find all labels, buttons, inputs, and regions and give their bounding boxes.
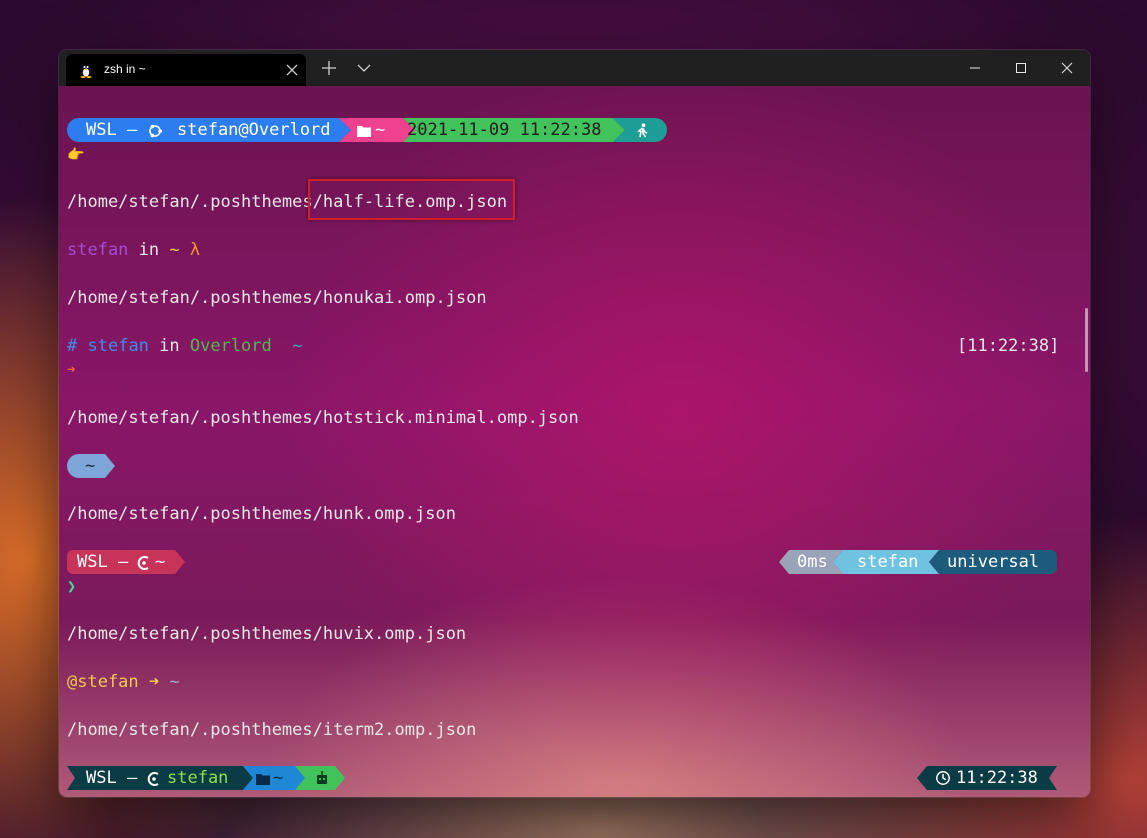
- output-line-hotstick: /home/stefan/.poshthemes/hotstick.minima…: [67, 408, 579, 428]
- folder-icon: [256, 774, 270, 785]
- prompt3-path: ~: [292, 336, 303, 356]
- prompt5-shell: universal: [947, 552, 1040, 572]
- linux-tux-icon: [80, 65, 92, 78]
- close-window-button[interactable]: [1044, 50, 1090, 86]
- user-host: stefan@Overlord: [177, 120, 331, 140]
- prompt5-wsl: WSL –: [77, 552, 129, 572]
- prompt6-arrow: ➜: [148, 672, 160, 692]
- path-segment: ~: [375, 120, 386, 140]
- minimize-button[interactable]: [952, 50, 998, 86]
- prompt6-user: @stefan: [67, 672, 139, 692]
- prompt-half-life: stefan in ~ λ: [67, 238, 200, 262]
- clock-icon: [936, 771, 950, 785]
- prompt7-user: stefan: [167, 768, 229, 788]
- output-line-hunk: /home/stefan/.poshthemes/hunk.omp.json: [67, 504, 456, 524]
- datetime-segment: 2021-11-09 11:22:38: [407, 120, 602, 140]
- prompt6-path: ~: [169, 672, 180, 692]
- output-line-huvix: /home/stefan/.poshthemes/huvix.omp.json: [67, 624, 467, 644]
- tab-close-icon[interactable]: [286, 64, 298, 76]
- prompt-honukai: # stefan in Overlord ~: [67, 334, 303, 358]
- scrollbar-thumb[interactable]: [1085, 308, 1088, 372]
- minimize-icon: [970, 67, 980, 69]
- prompt4-path: ~: [85, 456, 96, 476]
- prompt3-time: [11:22:38]: [957, 336, 1060, 356]
- prompt7-path: ~: [273, 768, 284, 788]
- close-icon: [1061, 62, 1073, 74]
- folder-icon: [357, 126, 371, 137]
- prompt2-in: in: [128, 240, 170, 260]
- prompt5-char: ❯: [67, 577, 77, 595]
- wsl-label: WSL –: [86, 120, 138, 140]
- highlight-box: [308, 179, 515, 220]
- prompt3-hash: #: [67, 336, 78, 356]
- prompt3-user: stefan: [87, 336, 149, 356]
- prompt2-lambda: λ: [189, 240, 201, 260]
- prompt5-user: stefan: [857, 552, 919, 572]
- running-man-icon: [637, 123, 648, 138]
- ubuntu-icon: [149, 124, 162, 138]
- terminal-output[interactable]: WSL – stefan@Overlord ~ 2021-11-09 11:22…: [59, 86, 1090, 797]
- prompt7-wsl: WSL –: [86, 768, 138, 788]
- prompt5-exec-time: 0ms: [797, 552, 828, 572]
- prompt2-path: ~: [169, 240, 180, 260]
- title-bar[interactable]: zsh in ~: [59, 50, 1090, 86]
- prompt2-user: stefan: [67, 240, 129, 260]
- maximize-button[interactable]: [998, 50, 1044, 86]
- path-prefix: /home/stefan/.poshthemes/: [67, 192, 323, 212]
- terminal-window: zsh in ~ WSL – stefan@Overlord ~ 2021-11…: [59, 50, 1090, 797]
- prompt7-time: 11:22:38: [956, 768, 1038, 788]
- maximize-icon: [1016, 63, 1026, 73]
- output-line-honukai: /home/stefan/.poshthemes/honukai.omp.jso…: [67, 288, 487, 308]
- git-bot-icon: [317, 771, 327, 784]
- prompt3-in: in: [148, 336, 190, 356]
- output-line-iterm2: /home/stefan/.poshthemes/iterm2.omp.json: [67, 720, 477, 740]
- prompt3-arrow: ➜: [67, 362, 76, 378]
- tab-title: zsh in ~: [104, 62, 146, 76]
- prompt5-path: ~: [155, 552, 166, 572]
- new-tab-plus-icon[interactable]: [322, 61, 336, 75]
- chevron-down-icon[interactable]: [357, 63, 371, 73]
- prompt3-host: Overlord: [189, 336, 272, 356]
- ubuntu-icon: [137, 556, 149, 570]
- prompt-char-hand: 👉: [67, 147, 85, 163]
- prompt-huvix: @stefan ➜ ~: [67, 670, 180, 694]
- tab-zsh[interactable]: zsh in ~: [66, 54, 306, 86]
- ubuntu-icon: [147, 772, 159, 786]
